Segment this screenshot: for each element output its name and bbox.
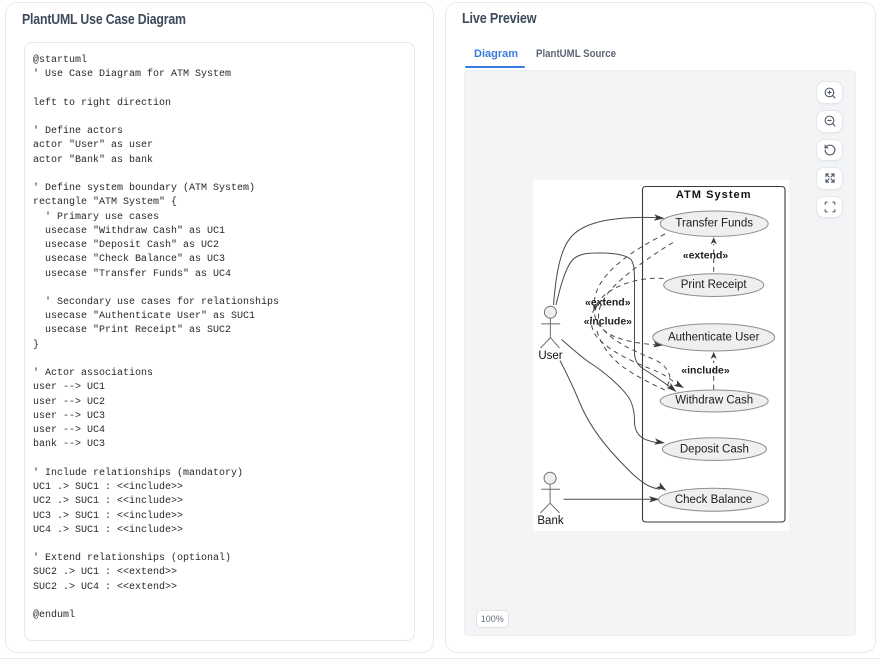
svg-text:Deposit Cash: Deposit Cash bbox=[679, 443, 748, 455]
svg-text:«extend»: «extend» bbox=[682, 249, 728, 261]
svg-text:User: User bbox=[538, 349, 562, 361]
svg-text:Print Receipt: Print Receipt bbox=[680, 278, 747, 290]
svg-text:Check Balance: Check Balance bbox=[674, 493, 751, 505]
svg-text:Withdraw Cash: Withdraw Cash bbox=[675, 394, 753, 406]
svg-text:«extend»: «extend» bbox=[585, 296, 631, 308]
svg-text:Transfer Funds: Transfer Funds bbox=[675, 217, 753, 229]
svg-text:Authenticate User: Authenticate User bbox=[667, 331, 759, 343]
svg-text:«include»: «include» bbox=[681, 364, 730, 376]
svg-text:ATM System: ATM System bbox=[675, 188, 751, 200]
svg-text:«include»: «include» bbox=[583, 315, 632, 327]
svg-text:Bank: Bank bbox=[537, 514, 563, 526]
